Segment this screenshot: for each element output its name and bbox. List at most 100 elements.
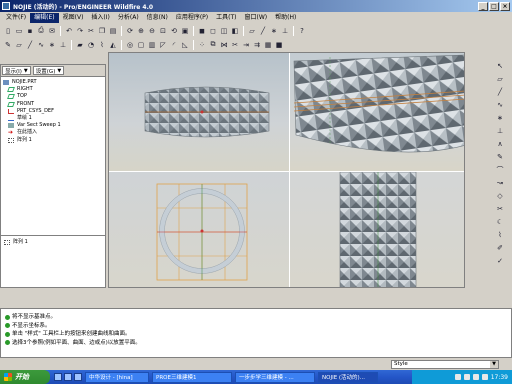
hidden-line-icon[interactable]: ◫ — [219, 26, 229, 36]
paste-icon[interactable]: ▤ — [108, 26, 118, 36]
refit-icon[interactable]: ⊡ — [158, 26, 168, 36]
tray-icon[interactable] — [454, 374, 461, 380]
tree-item-insert-here[interactable]: ➔ 在此插入 — [3, 129, 103, 136]
solidify-icon[interactable]: ■ — [274, 40, 284, 50]
datum-axes-icon[interactable]: ╱ — [258, 26, 268, 36]
sweep-icon[interactable]: ⌇ — [97, 40, 107, 50]
no-hidden-icon[interactable]: ◧ — [230, 26, 240, 36]
saved-views-icon[interactable]: ▣ — [180, 26, 190, 36]
regenerate-icon[interactable]: ⟳ — [125, 26, 135, 36]
point-tool-icon[interactable]: ∗ — [47, 40, 57, 50]
save-icon[interactable]: ▪ — [25, 26, 35, 36]
new-file-icon[interactable]: ▯ — [3, 26, 13, 36]
tree-item-top[interactable]: TOP — [3, 93, 103, 100]
open-folder-icon[interactable]: ▭ — [14, 26, 24, 36]
viewport-front[interactable] — [109, 53, 289, 171]
reorient-icon[interactable]: ⟲ — [169, 26, 179, 36]
hole-icon[interactable]: ◎ — [125, 40, 135, 50]
taskbar-button[interactable]: 一步步学三维建模 - ... — [235, 371, 315, 383]
style-tool-icon[interactable]: ⌒ — [494, 164, 506, 176]
csys-tool-icon[interactable]: ⊥ — [58, 40, 68, 50]
datum-axis-tool-icon[interactable]: ╱ — [494, 86, 506, 98]
coordinate-system-tool-icon[interactable]: ⊥ — [494, 125, 506, 137]
print-icon[interactable]: ⎙ — [36, 26, 46, 36]
menu-view[interactable]: 视图(V) — [59, 13, 88, 23]
minimize-button[interactable]: _ — [478, 1, 488, 11]
accept-icon[interactable]: ✓ — [494, 255, 506, 267]
plane-tool-icon[interactable]: ▱ — [14, 40, 24, 50]
viewport-iso[interactable] — [290, 53, 464, 171]
axis-tool-icon[interactable]: ╱ — [25, 40, 35, 50]
datum-planes-icon[interactable]: ▱ — [247, 26, 257, 36]
tree-item-front[interactable]: FRONT — [3, 101, 103, 108]
rib-icon[interactable]: ▥ — [147, 40, 157, 50]
pattern-icon[interactable]: ⁘ — [197, 40, 207, 50]
tree-item-csys[interactable]: PRT_CSYS_DEF — [3, 108, 103, 115]
quick-launch-icon[interactable] — [74, 373, 82, 381]
show-dropdown[interactable]: 显示(I) ▼ — [2, 66, 31, 75]
cut-icon[interactable]: ✂ — [86, 26, 96, 36]
extrude-icon[interactable]: ▰ — [75, 40, 85, 50]
zoom-in-icon[interactable]: ⊕ — [136, 26, 146, 36]
menu-help[interactable]: 帮助(H) — [271, 13, 300, 23]
menu-insert[interactable]: 插入(I) — [87, 13, 113, 23]
tray-icon[interactable] — [472, 374, 479, 380]
sketch-tool-icon[interactable]: ✎ — [494, 151, 506, 163]
mirror-icon[interactable]: ⧉ — [208, 40, 218, 50]
taskbar-button-active[interactable]: NOJIE (活动的)... — [318, 371, 378, 383]
shell-icon[interactable]: ▢ — [136, 40, 146, 50]
undo-icon[interactable]: ↶ — [64, 26, 74, 36]
menu-edit[interactable]: 编辑(E) — [30, 12, 59, 23]
round-icon[interactable]: ◜ — [169, 40, 179, 50]
menu-window[interactable]: 窗口(W) — [241, 13, 272, 23]
datum-point-tool-icon[interactable]: ∗ — [494, 112, 506, 124]
menu-info[interactable]: 信息(N) — [143, 13, 172, 23]
menu-tools[interactable]: 工具(T) — [212, 13, 240, 23]
blend-icon[interactable]: ◭ — [108, 40, 118, 50]
curve-edit-icon[interactable]: ↝ — [494, 177, 506, 189]
thicken-icon[interactable]: ▦ — [263, 40, 273, 50]
tree-item-right[interactable]: RIGHT — [3, 86, 103, 93]
settings-dropdown[interactable]: 设置(G) ▼ — [32, 66, 65, 75]
datum-plane-tool-icon[interactable]: ▱ — [494, 73, 506, 85]
extend-icon[interactable]: ⇥ — [241, 40, 251, 50]
menu-file[interactable]: 文件(F) — [2, 13, 30, 23]
draft-icon[interactable]: ◸ — [158, 40, 168, 50]
tray-icon[interactable] — [463, 374, 470, 380]
graphics-window[interactable] — [108, 52, 465, 288]
connect-tool-icon[interactable]: ⌇ — [494, 229, 506, 241]
analysis-tool-icon[interactable]: ∧ — [494, 138, 506, 150]
trim-icon[interactable]: ✂ — [230, 40, 240, 50]
tray-icon[interactable] — [481, 374, 488, 380]
taskbar-button[interactable]: 中华设计 - [hina] — [85, 371, 149, 383]
revolve-icon[interactable]: ◔ — [86, 40, 96, 50]
tree-item-pattern[interactable]: 阵列 1 — [3, 137, 103, 144]
tree-item-sketch[interactable]: 草绘 1 — [3, 115, 103, 122]
maximize-button[interactable]: □ — [489, 1, 499, 11]
csys-icon[interactable]: ⊥ — [280, 26, 290, 36]
start-button[interactable]: 开始 — [0, 370, 50, 384]
detail-item-pattern[interactable]: 阵列 1 — [1, 239, 105, 246]
datum-points-icon[interactable]: ∗ — [269, 26, 279, 36]
menu-applications[interactable]: 应用程序(P) — [172, 13, 212, 23]
edit-tool-icon[interactable]: ✐ — [494, 242, 506, 254]
trim-tool-icon[interactable]: ✂ — [494, 203, 506, 215]
filter-select[interactable]: Style ▼ — [391, 360, 499, 369]
redo-icon[interactable]: ↷ — [75, 26, 85, 36]
tree-item-part[interactable]: NOJIE.PRT — [3, 79, 103, 86]
curve-tool-icon[interactable]: ∿ — [36, 40, 46, 50]
taskbar-button[interactable]: PROE三维建模1 — [152, 371, 232, 383]
shading-icon[interactable]: ◼ — [197, 26, 207, 36]
viewport-side[interactable] — [290, 172, 464, 287]
quick-launch-icon[interactable] — [54, 373, 62, 381]
sketch-tool-icon[interactable]: ✎ — [3, 40, 13, 50]
help-icon[interactable]: ? — [297, 26, 307, 36]
wireframe-icon[interactable]: ◻ — [208, 26, 218, 36]
viewport-top[interactable] — [109, 172, 289, 287]
surface-tool-icon[interactable]: ◇ — [494, 190, 506, 202]
menu-analysis[interactable]: 分析(A) — [114, 13, 143, 23]
copy-icon[interactable]: ❐ — [97, 26, 107, 36]
offset-icon[interactable]: ⇉ — [252, 40, 262, 50]
merge-icon[interactable]: ⋈ — [219, 40, 229, 50]
email-icon[interactable]: ✉ — [47, 26, 57, 36]
